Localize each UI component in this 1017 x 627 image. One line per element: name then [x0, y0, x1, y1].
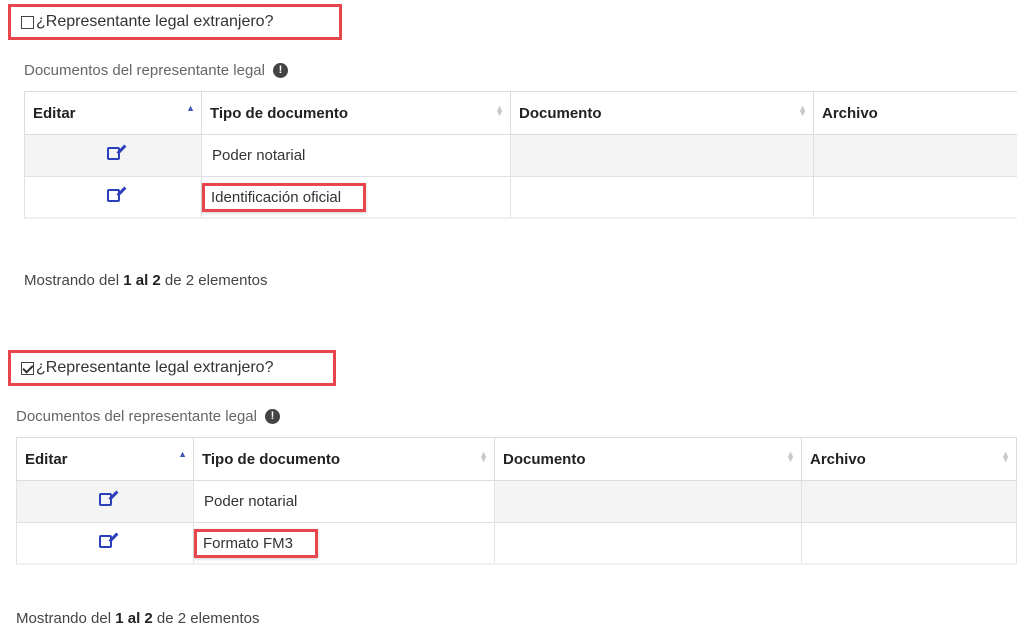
documento-cell	[495, 481, 802, 523]
horizontal-scrollbar[interactable]: < >	[16, 563, 1017, 565]
subtitle-text: Documentos del representante legal	[16, 408, 257, 425]
highlighted-tipo: Identificación oficial	[202, 183, 366, 212]
documents-table-wrap: Editar▲ Tipo de documento▲▼ Documento▲▼ …	[16, 437, 1017, 565]
tipo-cell: Formato FM3	[194, 523, 495, 565]
sort-icon: ▲▼	[798, 106, 807, 116]
highlighted-tipo: Formato FM3	[194, 529, 318, 558]
column-header-archivo[interactable]: Archivo▲▼	[802, 438, 1017, 481]
foreign-rep-label: ¿Representante legal extranjero?	[36, 13, 273, 31]
column-header-editar[interactable]: Editar▲	[17, 438, 194, 481]
column-header-archivo[interactable]: Archivo	[814, 92, 1017, 135]
table-row: Formato FM3	[17, 523, 1017, 565]
documento-cell	[495, 523, 802, 565]
edit-icon[interactable]	[99, 493, 112, 506]
info-icon[interactable]: !	[273, 63, 288, 78]
documents-table: Editar▲ Tipo de documento▲▼ Documento▲▼ …	[24, 91, 1017, 219]
horizontal-scrollbar[interactable]: <	[24, 217, 1017, 219]
subtitle-text: Documentos del representante legal	[24, 62, 265, 79]
edit-icon[interactable]	[107, 189, 120, 202]
archivo-cell	[802, 523, 1017, 565]
table-info: Mostrando del 1 al 2 de 2 elementos	[16, 610, 260, 627]
documents-table: Editar▲ Tipo de documento▲▼ Documento▲▼ …	[16, 437, 1017, 565]
column-header-documento[interactable]: Documento▲▼	[495, 438, 802, 481]
table-row: Identificación oficial	[25, 177, 1017, 219]
column-header-tipo[interactable]: Tipo de documento▲▼	[194, 438, 495, 481]
info-icon[interactable]: !	[265, 409, 280, 424]
table-info: Mostrando del 1 al 2 de 2 elementos	[24, 272, 268, 289]
table-row: Poder notarial	[17, 481, 1017, 523]
foreign-rep-checkbox-row[interactable]: ¿Representante legal extranjero?	[8, 350, 336, 386]
tipo-cell: Identificación oficial	[202, 177, 511, 219]
documents-subtitle: Documentos del representante legal !	[16, 408, 280, 425]
table-row: Poder notarial	[25, 135, 1017, 177]
sort-icon: ▲▼	[1001, 452, 1010, 462]
sort-icon: ▲▼	[479, 452, 488, 462]
column-header-editar[interactable]: Editar▲	[25, 92, 202, 135]
documento-cell	[511, 177, 814, 219]
foreign-rep-label: ¿Representante legal extranjero?	[36, 359, 273, 377]
documento-cell	[511, 135, 814, 177]
sort-icon: ▲	[186, 106, 195, 111]
archivo-cell	[814, 135, 1017, 177]
tipo-cell: Poder notarial	[194, 481, 495, 523]
foreign-rep-checkbox[interactable]	[21, 16, 34, 29]
edit-cell[interactable]	[17, 523, 194, 565]
column-header-documento[interactable]: Documento▲▼	[511, 92, 814, 135]
archivo-cell	[802, 481, 1017, 523]
sort-icon: ▲▼	[786, 452, 795, 462]
column-header-tipo[interactable]: Tipo de documento▲▼	[202, 92, 511, 135]
edit-cell[interactable]	[17, 481, 194, 523]
sort-icon: ▲▼	[495, 106, 504, 116]
sort-icon: ▲	[178, 452, 187, 457]
archivo-cell	[814, 177, 1017, 219]
documents-table-wrap: Editar▲ Tipo de documento▲▼ Documento▲▼ …	[24, 91, 1017, 219]
documents-subtitle: Documentos del representante legal !	[24, 62, 288, 79]
edit-icon[interactable]	[99, 535, 112, 548]
foreign-rep-checkbox-row[interactable]: ¿Representante legal extranjero?	[8, 4, 342, 40]
tipo-cell: Poder notarial	[202, 135, 511, 177]
foreign-rep-checkbox[interactable]	[21, 362, 34, 375]
edit-cell[interactable]	[25, 177, 202, 219]
edit-cell[interactable]	[25, 135, 202, 177]
edit-icon[interactable]	[107, 147, 120, 160]
